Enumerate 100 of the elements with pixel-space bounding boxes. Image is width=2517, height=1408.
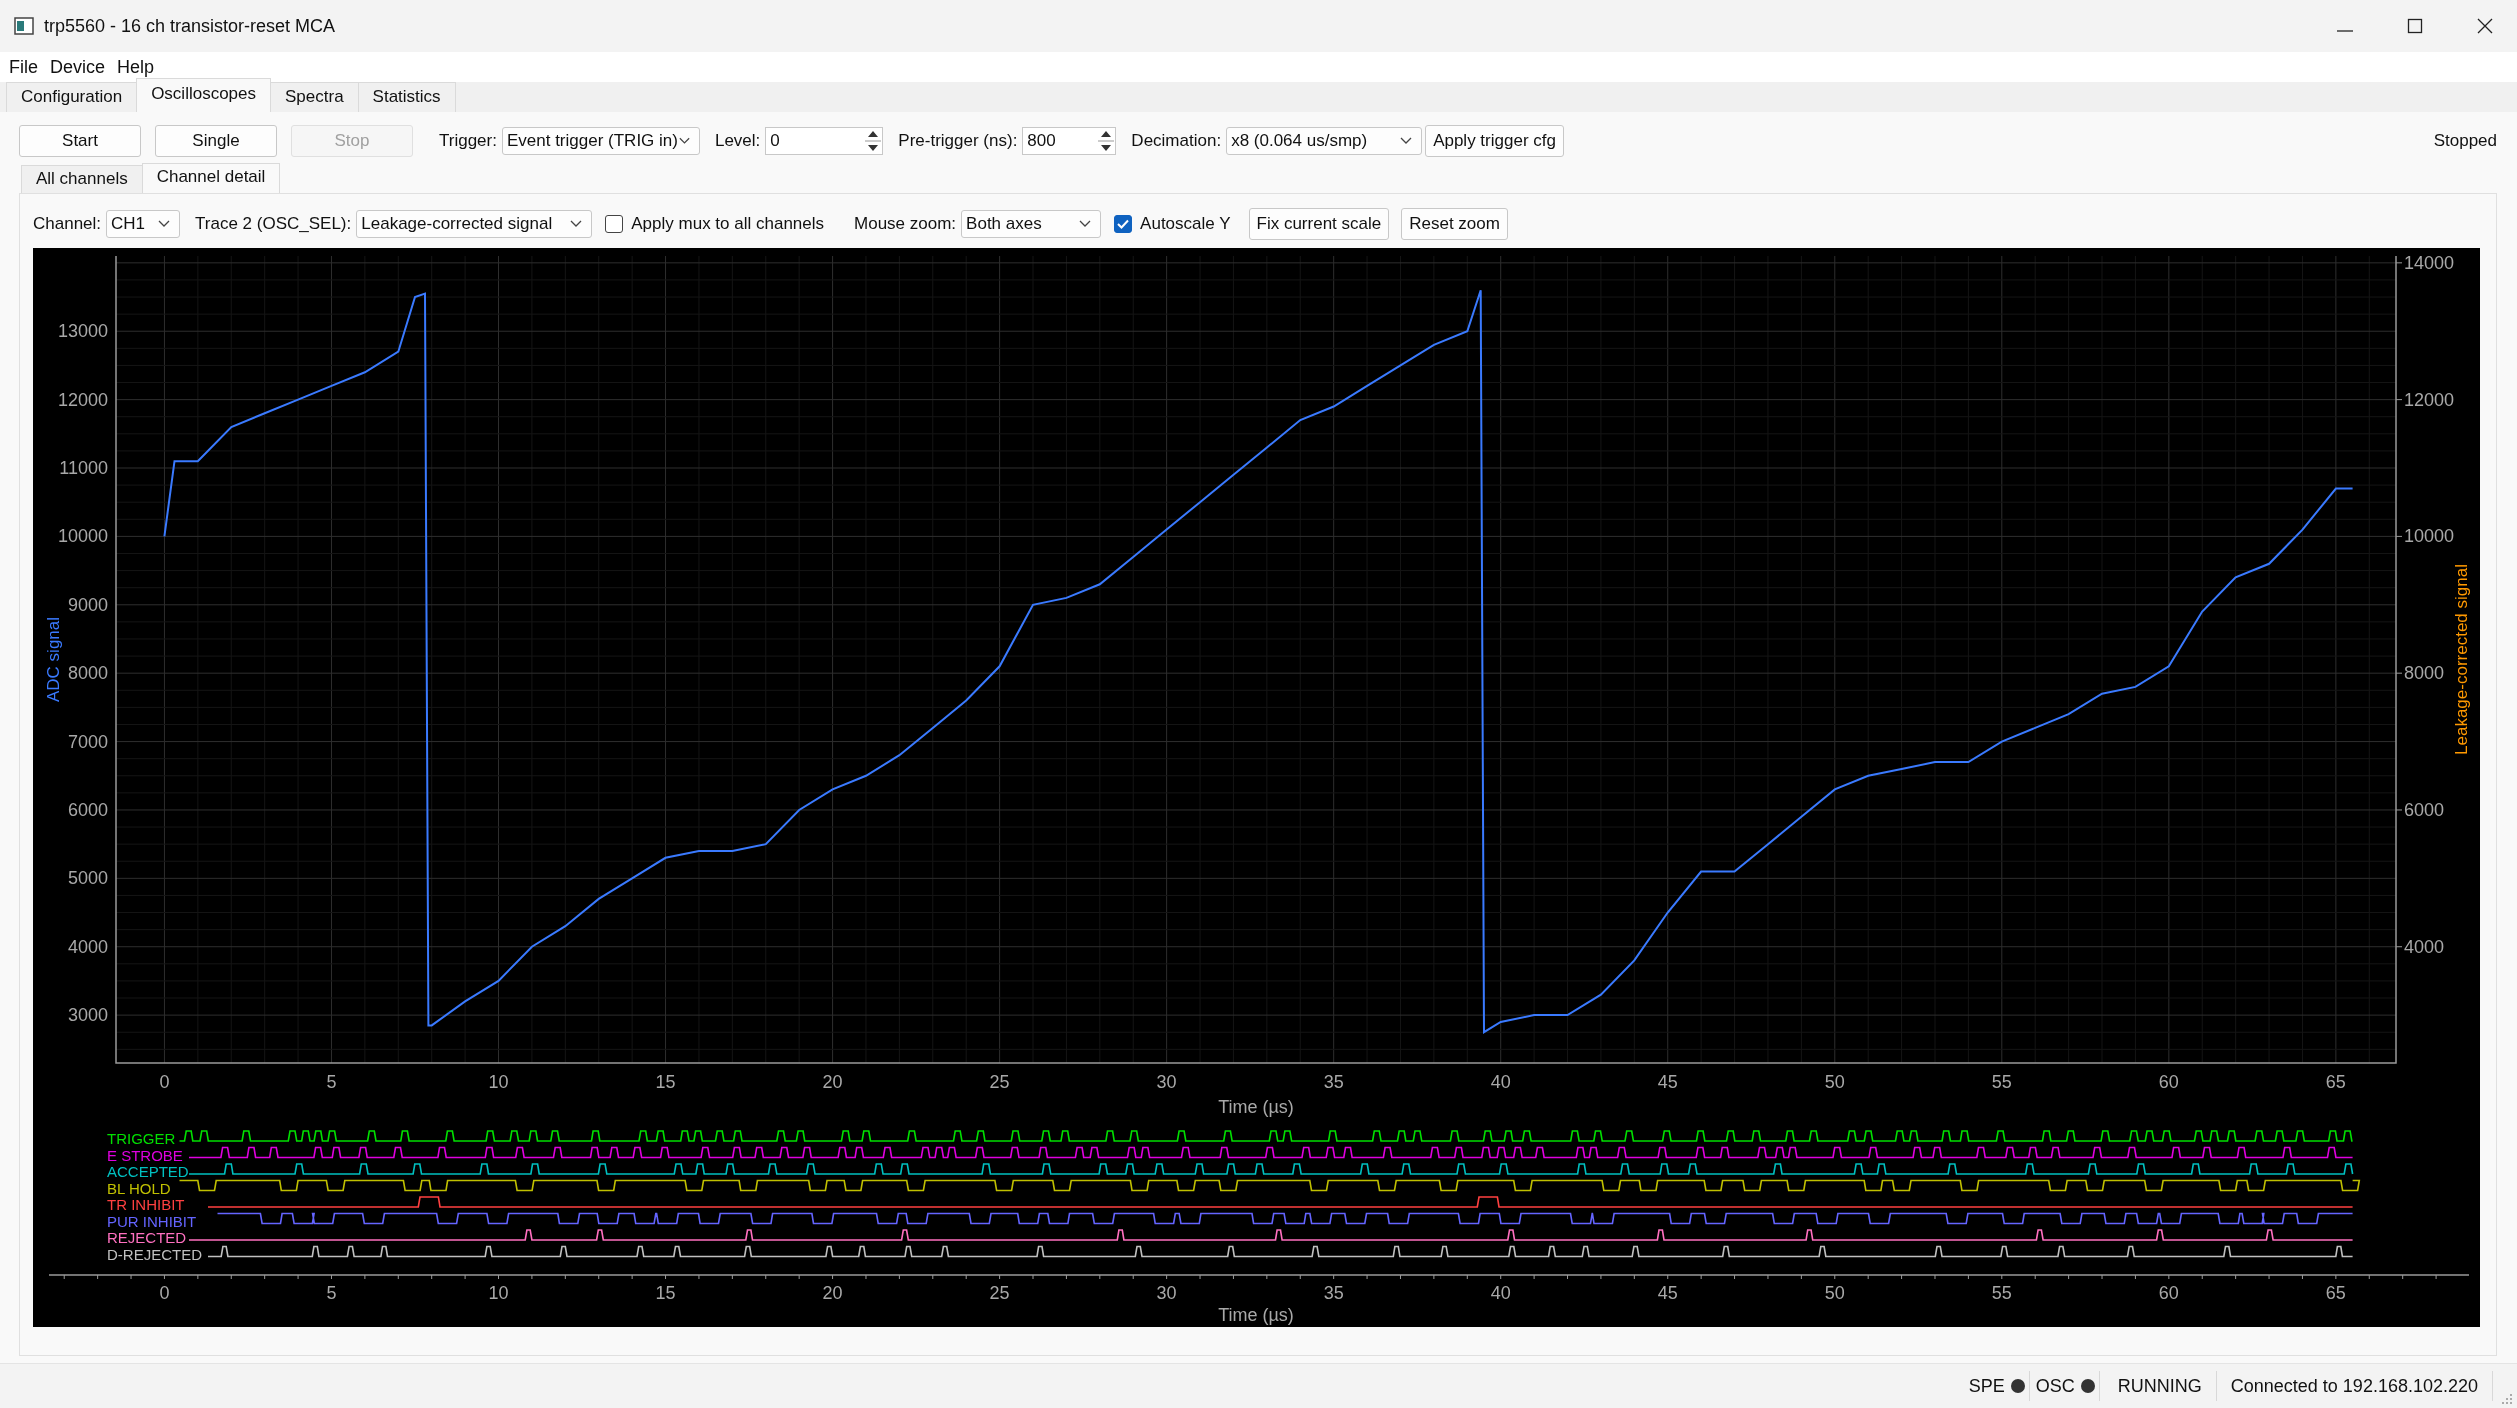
window-title: trp5560 - 16 ch transistor-reset MCA [44, 15, 336, 37]
tick-label: 20 [822, 1072, 843, 1092]
tick-label: 0 [159, 1283, 170, 1303]
tick-label: 30 [1156, 1072, 1177, 1092]
signal-label: PUR INHIBIT [107, 1212, 197, 1230]
button[interactable]: Single [155, 125, 277, 157]
axis-title: Leakage-corrected signal [2452, 564, 2471, 755]
field-label: Decimation: [1131, 131, 1222, 151]
signal-label: ACCEPTED [107, 1163, 189, 1180]
tick-label: 6000 [2404, 799, 2445, 820]
menu-item[interactable]: File [9, 56, 38, 78]
spin-box[interactable]: 0 [765, 127, 884, 155]
status-text: Stopped [2433, 131, 2497, 151]
tab[interactable]: Channel detail [141, 163, 281, 193]
tick-label: 40 [1490, 1283, 1511, 1303]
tick-label: 65 [2325, 1283, 2346, 1303]
tick-label: 10000 [57, 526, 108, 547]
tick-label: 3000 [67, 1005, 108, 1026]
menu-item[interactable]: Help [117, 56, 155, 78]
tick-label: 60 [2158, 1283, 2179, 1303]
signal-label: TRIGGER [107, 1130, 176, 1147]
app-icon [14, 17, 34, 35]
tick-label: 55 [1991, 1072, 2012, 1092]
tab[interactable]: All channels [21, 165, 143, 193]
tick-label: 10 [488, 1283, 509, 1303]
signal-label: BL HOLD [107, 1179, 171, 1197]
tick-label: 14000 [2404, 252, 2455, 273]
tick-label: 65 [2325, 1072, 2346, 1092]
status-text: SPE [1967, 1375, 2006, 1397]
tick-label: 30 [1156, 1283, 1177, 1303]
tick-label: 12000 [57, 389, 108, 410]
tick-label: 45 [1657, 1283, 1678, 1303]
chevron-icon [1399, 136, 1414, 146]
maximize-icon [2405, 16, 2425, 36]
checkbox-label[interactable]: Apply mux to all channels [631, 213, 825, 234]
tab[interactable]: Oscilloscopes [136, 78, 271, 112]
field-label: Trigger: [439, 131, 497, 151]
checkbox[interactable] [605, 214, 624, 233]
tick-label: 35 [1323, 1283, 1344, 1303]
field-label: Pre-trigger (ns): [898, 131, 1018, 151]
tick-label: 10 [488, 1072, 509, 1092]
tick-label: 6000 [67, 799, 108, 820]
axis-title: ADC signal [44, 617, 63, 702]
tick-label: 10000 [2404, 526, 2455, 547]
tick-label: 35 [1323, 1072, 1344, 1092]
minimize-icon [2337, 29, 2353, 32]
tick-label: 25 [989, 1283, 1010, 1303]
dropdown[interactable]: Event trigger (TRIG in) [501, 127, 700, 155]
tick-label: 9000 [67, 594, 108, 615]
tab[interactable]: Statistics [357, 82, 456, 112]
checkbox[interactable] [1114, 214, 1133, 233]
button[interactable]: Apply trigger cfg [1425, 125, 1564, 157]
tick-label: 8000 [67, 663, 108, 684]
tick-label: 13000 [57, 321, 108, 342]
button[interactable]: Start [19, 125, 141, 157]
close-icon [2475, 16, 2495, 36]
tick-label: 0 [159, 1072, 170, 1092]
tick-label: 40 [1490, 1072, 1511, 1092]
status-text: RUNNING [2116, 1375, 2203, 1397]
status-text: Connected to 192.168.102.220 [2229, 1375, 2479, 1397]
dropdown[interactable]: x8 (0.064 us/smp) [1226, 127, 1423, 155]
tick-label: 5000 [67, 868, 108, 889]
tick-label: 15 [655, 1283, 676, 1303]
checkbox-label[interactable]: Autoscale Y [1140, 213, 1231, 234]
chevron-icon [569, 218, 584, 229]
tick-label: 12000 [2404, 389, 2455, 410]
chevron-icon [677, 136, 691, 146]
axis-title: Time (µs) [1218, 1097, 1294, 1117]
tick-label: 50 [1824, 1072, 1845, 1092]
field-label: Level: [714, 131, 761, 151]
signal-label: TR INHIBIT [107, 1196, 185, 1213]
dropdown[interactable]: Both axes [961, 209, 1102, 238]
tick-label: 20 [822, 1283, 843, 1303]
tick-label: 55 [1991, 1283, 2012, 1303]
chevron-icon [1078, 218, 1093, 229]
tick-label: 7000 [67, 731, 108, 752]
tick-label: 8000 [2404, 663, 2445, 684]
dropdown[interactable]: CH1 [106, 209, 181, 238]
tick-label: 5 [326, 1072, 337, 1092]
resize-grip-icon [2499, 1391, 2513, 1405]
field-label: Channel: [33, 213, 102, 234]
axis-title: Time (µs) [1218, 1305, 1294, 1325]
button[interactable]: Reset zoom [1401, 207, 1508, 240]
chevron-icon [157, 218, 172, 229]
field-label: Trace 2 (OSC_SEL): [195, 213, 352, 234]
field-label: Mouse zoom: [854, 213, 957, 234]
status-text: OSC [2034, 1375, 2076, 1397]
tick-label: 4000 [2404, 936, 2445, 957]
dropdown[interactable]: Leakage-corrected signal [356, 209, 593, 238]
tick-label: 15 [655, 1072, 676, 1092]
signal-label: E STROBE [107, 1146, 183, 1164]
tab[interactable]: Configuration [6, 82, 138, 112]
tick-label: 50 [1824, 1283, 1845, 1303]
tick-label: 4000 [67, 936, 108, 957]
tick-label: 60 [2158, 1072, 2179, 1092]
menu-item[interactable]: Device [50, 56, 106, 78]
button[interactable]: Fix current scale [1248, 207, 1390, 240]
spin-box[interactable]: 800 [1022, 127, 1117, 155]
signal-label: REJECTED [107, 1229, 187, 1246]
signal-label: D-REJECTED [107, 1245, 202, 1263]
